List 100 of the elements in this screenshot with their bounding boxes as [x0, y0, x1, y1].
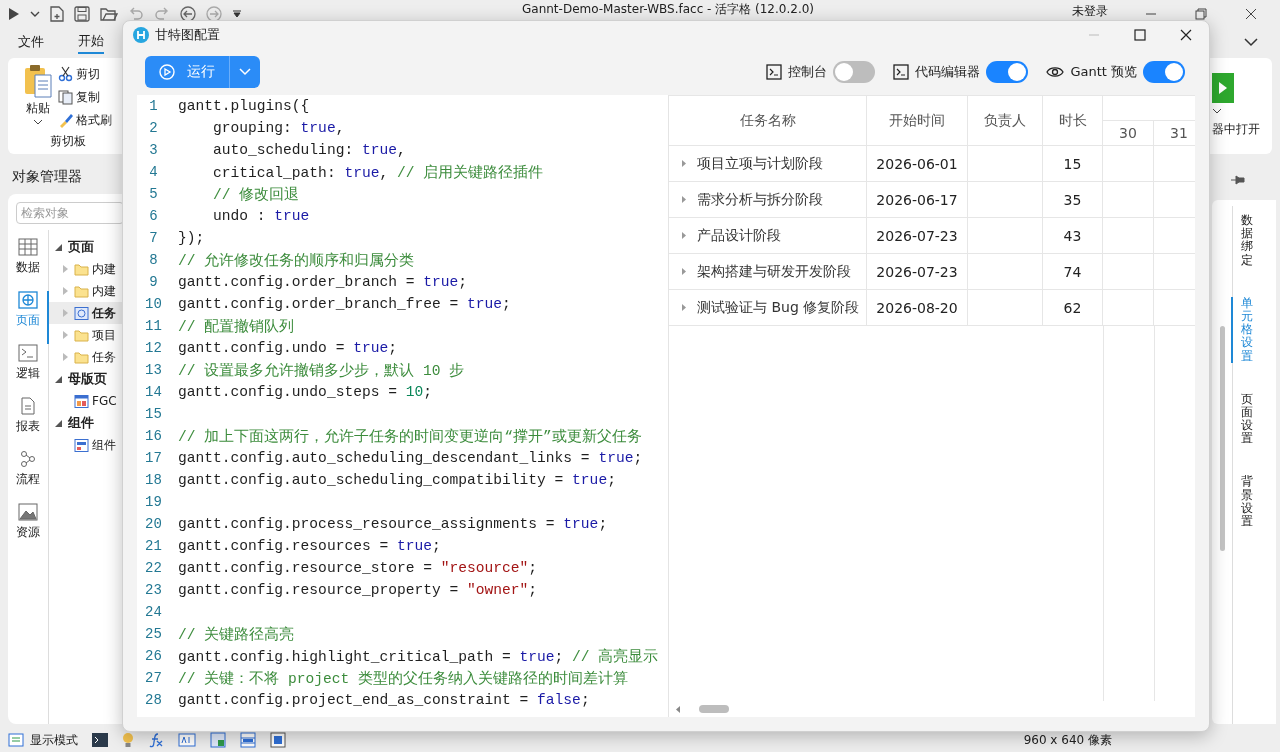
expand-icon[interactable]: [63, 287, 68, 295]
side-tab[interactable]: 页面设置: [1241, 392, 1261, 446]
new-file-icon[interactable]: [50, 6, 64, 22]
code-line[interactable]: });: [178, 230, 205, 246]
table-icon[interactable]: [210, 732, 226, 748]
undo-icon[interactable]: [128, 7, 144, 21]
nav-item[interactable]: 资源: [8, 503, 49, 556]
tree-item[interactable]: 项目: [49, 324, 124, 346]
code-line[interactable]: grouping: true,: [178, 120, 345, 136]
tree-item[interactable]: 组件: [49, 412, 124, 434]
expand-icon[interactable]: [681, 195, 687, 204]
scrollbar-thumb[interactable]: [1219, 326, 1225, 551]
textbox-icon[interactable]: [178, 733, 196, 747]
paste-button[interactable]: 粘贴: [24, 64, 52, 130]
code-line[interactable]: gantt.config.order_branch_free = true;: [178, 296, 511, 312]
terminal-icon: [766, 64, 783, 80]
login-status[interactable]: 未登录: [1072, 3, 1108, 19]
code-line[interactable]: gantt.plugins({: [178, 98, 310, 114]
code-line[interactable]: // 关键：不将 project 类型的父任务纳入关键路径的时间差计算: [178, 668, 629, 688]
tree-item[interactable]: FGC: [49, 390, 124, 412]
terminal-icon[interactable]: [92, 733, 108, 747]
tree-item[interactable]: 内建: [49, 258, 124, 280]
collapse-icon[interactable]: [55, 419, 62, 427]
code-line[interactable]: gantt.config.project_end_as_constraint = false;: [178, 692, 590, 708]
menu-tab[interactable]: 开始: [78, 30, 104, 54]
code-line[interactable]: gantt.config.resources = true;: [178, 538, 441, 554]
restore-icon[interactable]: [1194, 7, 1208, 21]
code-line[interactable]: auto_scheduling: true,: [178, 142, 406, 158]
collapse-icon[interactable]: [1244, 37, 1258, 47]
expand-icon[interactable]: [63, 265, 68, 273]
tree-item[interactable]: 组件: [49, 434, 124, 456]
maximize-icon[interactable]: [1133, 28, 1147, 42]
cut-button[interactable]: 剪切: [58, 64, 112, 84]
open-in-browser-button[interactable]: 器中打开: [1210, 58, 1272, 154]
collapse-icon[interactable]: [55, 375, 62, 383]
grid-icon[interactable]: [240, 732, 256, 748]
display-mode-button[interactable]: 显示模式: [8, 731, 78, 749]
toggle-switch[interactable]: [986, 61, 1029, 83]
expand-icon[interactable]: [681, 231, 687, 240]
code-line[interactable]: gantt.config.undo = true;: [178, 340, 397, 356]
side-tab[interactable]: 数据绑定: [1241, 214, 1261, 267]
code-line[interactable]: gantt.config.process_resource_assignments = true;: [178, 516, 608, 532]
code-line[interactable]: // 允许修改任务的顺序和归属分类: [178, 250, 415, 270]
toggle-switch[interactable]: [833, 61, 876, 83]
search-field[interactable]: 检索对象: [16, 202, 124, 224]
code-line[interactable]: critical_path: true, // 启用关键路径插件: [178, 162, 544, 182]
tree-item[interactable]: 母版页: [49, 368, 124, 390]
code-line[interactable]: undo : true: [178, 208, 310, 224]
side-tab[interactable]: 背景设置: [1241, 475, 1261, 529]
nav-item[interactable]: 数据: [8, 238, 49, 291]
table-cell: 2026-08-20: [867, 290, 968, 325]
caret-icon[interactable]: [30, 11, 40, 17]
expand-icon[interactable]: [681, 303, 687, 312]
menu-tab[interactable]: 文件: [18, 31, 44, 53]
pin-icon[interactable]: [1230, 174, 1246, 186]
code-line[interactable]: gantt.config.undo_steps = 10;: [178, 384, 432, 400]
tree-item[interactable]: 页面: [49, 236, 124, 258]
form-icon[interactable]: [270, 732, 286, 748]
bulb-icon[interactable]: [122, 732, 134, 748]
forward-icon[interactable]: [206, 6, 222, 22]
nav-item[interactable]: 逻辑: [8, 344, 49, 397]
tree-item[interactable]: 内建: [49, 280, 124, 302]
scrollbar-thumb[interactable]: [699, 705, 729, 713]
code-line[interactable]: // 修改回退: [178, 184, 300, 204]
toggle-switch[interactable]: [1143, 61, 1185, 83]
collapse-icon[interactable]: [55, 243, 62, 251]
expand-icon[interactable]: [681, 159, 687, 168]
run-dropdown-button[interactable]: [229, 56, 260, 88]
code-line[interactable]: gantt.config.resource_store = "resource";: [178, 560, 538, 576]
line-number: 27: [144, 670, 163, 686]
play-icon[interactable]: [8, 7, 20, 21]
code-line[interactable]: // 关键路径高亮: [178, 624, 295, 644]
expand-icon[interactable]: [63, 353, 68, 361]
nav-item[interactable]: 流程: [8, 450, 49, 503]
code-line[interactable]: gantt.config.highlight_critical_path = true; // 高亮显示: [178, 646, 659, 666]
code-line[interactable]: gantt.config.auto_scheduling_descendant_links = true;: [178, 450, 643, 466]
globe-icon: [17, 291, 38, 309]
copy-button[interactable]: 复制: [58, 87, 112, 107]
back-icon[interactable]: [180, 6, 196, 22]
expand-icon[interactable]: [681, 267, 687, 276]
scroll-left-icon[interactable]: [675, 704, 681, 714]
nav-item[interactable]: 报表: [8, 397, 49, 450]
expand-icon[interactable]: [63, 331, 68, 339]
code-line[interactable]: gantt.config.order_branch = true;: [178, 274, 467, 290]
function-icon[interactable]: [148, 732, 164, 748]
code-line[interactable]: // 设置最多允许撤销多少步，默认 10 步: [178, 360, 465, 380]
code-line[interactable]: gantt.config.auto_scheduling_compatibility = true;: [178, 472, 616, 488]
close-icon[interactable]: [1244, 7, 1258, 21]
code-line[interactable]: // 配置撤销队列: [178, 316, 295, 336]
code-line[interactable]: // 加上下面这两行，允许子任务的时间变更逆向“撑开”或更新父任务: [178, 426, 642, 446]
tree-item[interactable]: 任务: [49, 346, 124, 368]
save-icon[interactable]: [74, 6, 90, 22]
close-icon[interactable]: [1179, 28, 1193, 42]
side-tab[interactable]: 单元格设置: [1231, 296, 1259, 363]
redo-icon[interactable]: [154, 7, 170, 21]
code-line[interactable]: gantt.config.resource_property = "owner";: [178, 582, 538, 598]
dropdown-icon[interactable]: [232, 10, 242, 18]
tree-item[interactable]: 任务: [49, 302, 124, 324]
folder-icon[interactable]: [100, 6, 118, 22]
format-painter-button[interactable]: 格式刷: [58, 110, 112, 130]
